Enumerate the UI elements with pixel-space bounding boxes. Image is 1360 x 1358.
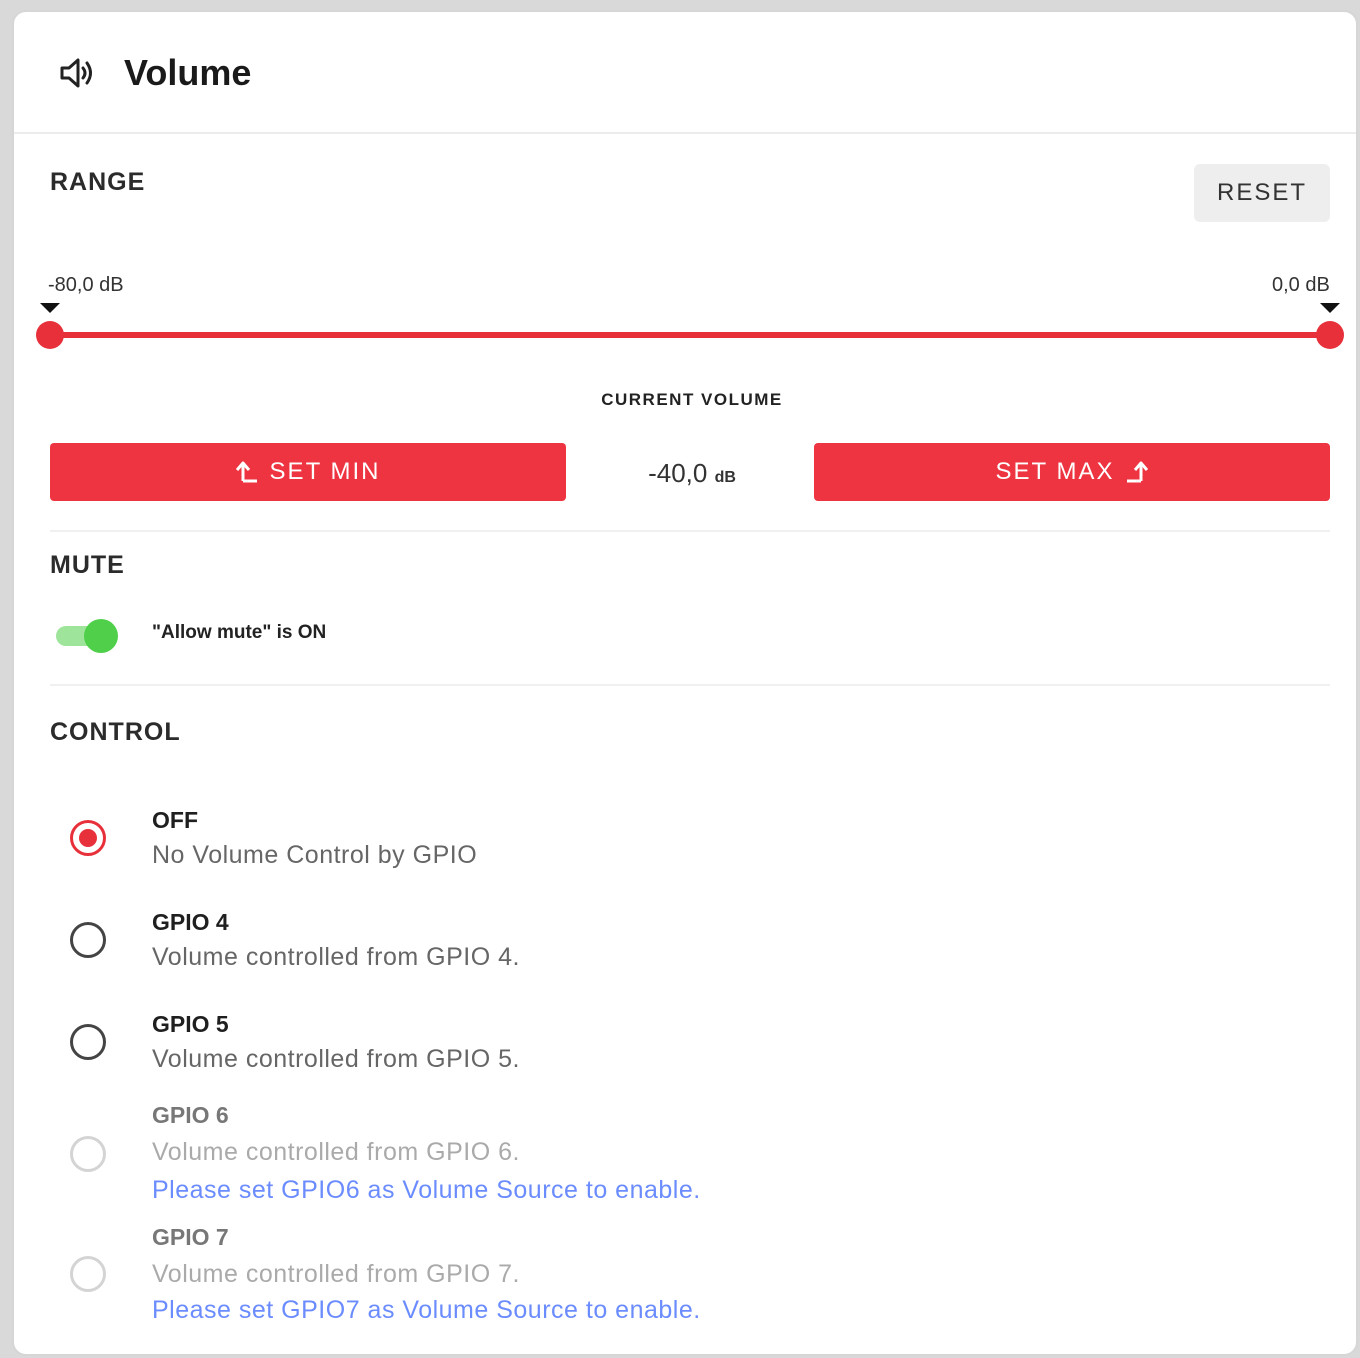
option-gpio-4-title: GPIO 4 bbox=[152, 909, 229, 935]
mute-section-title: MUTE bbox=[50, 551, 125, 579]
option-gpio-6-description: Volume controlled from GPIO 6. bbox=[152, 1138, 520, 1166]
option-gpio-5-title: GPIO 5 bbox=[152, 1011, 229, 1037]
set-min-button[interactable]: SET MIN bbox=[50, 443, 566, 501]
speaker-icon bbox=[60, 58, 92, 88]
set-max-button[interactable]: SET MAX bbox=[814, 443, 1330, 501]
range-max-marker-icon bbox=[1320, 303, 1340, 313]
current-volume-label: CURRENT VOLUME bbox=[601, 390, 783, 409]
radio-gpio-5[interactable] bbox=[70, 1024, 106, 1060]
range-slider-track[interactable] bbox=[50, 332, 1330, 338]
option-gpio-7-title: GPIO 7 bbox=[152, 1224, 229, 1250]
option-off-description: No Volume Control by GPIO bbox=[152, 841, 478, 869]
arrow-turn-up-icon bbox=[235, 461, 257, 483]
range-min-handle[interactable] bbox=[36, 321, 64, 349]
radio-off[interactable] bbox=[70, 820, 106, 856]
range-min-label: -80,0 dB bbox=[48, 274, 124, 296]
set-min-label: SET MIN bbox=[269, 458, 381, 485]
option-gpio-5-description: Volume controlled from GPIO 5. bbox=[152, 1045, 520, 1073]
option-gpio-4-description: Volume controlled from GPIO 4. bbox=[152, 943, 520, 971]
option-off-title: OFF bbox=[152, 807, 198, 833]
current-volume-unit: dB bbox=[714, 469, 736, 486]
allow-mute-label: "Allow mute" is ON bbox=[152, 622, 327, 643]
section-divider bbox=[50, 684, 1330, 686]
reset-button[interactable]: RESET bbox=[1194, 164, 1330, 222]
allow-mute-toggle[interactable] bbox=[54, 617, 120, 653]
range-max-handle[interactable] bbox=[1316, 321, 1344, 349]
card-header: Volume bbox=[14, 12, 1356, 134]
option-gpio-6-hint: Please set GPIO6 as Volume Source to ena… bbox=[152, 1176, 701, 1204]
range-section-title: RANGE bbox=[50, 168, 146, 196]
toggle-knob bbox=[84, 619, 118, 653]
radio-dot bbox=[79, 829, 97, 847]
arrow-turn-up-icon bbox=[1127, 461, 1149, 483]
option-gpio-6-title: GPIO 6 bbox=[152, 1102, 229, 1128]
option-gpio-7-description: Volume controlled from GPIO 7. bbox=[152, 1260, 520, 1288]
control-section-title: CONTROL bbox=[50, 718, 181, 746]
section-divider bbox=[50, 530, 1330, 532]
volume-card: Volume RANGE RESET -80,0 dB 0,0 dB CURRE… bbox=[12, 10, 1358, 1356]
radio-gpio-6 bbox=[70, 1136, 106, 1172]
set-max-label: SET MAX bbox=[995, 458, 1115, 485]
radio-gpio-7 bbox=[70, 1256, 106, 1292]
range-min-marker-icon bbox=[40, 303, 60, 313]
current-volume-number: -40,0 bbox=[648, 458, 708, 488]
option-gpio-7-hint: Please set GPIO7 as Volume Source to ena… bbox=[152, 1296, 701, 1324]
current-volume-value: -40,0 dB bbox=[594, 458, 790, 489]
range-max-label: 0,0 dB bbox=[1272, 274, 1330, 296]
page-title: Volume bbox=[124, 52, 252, 93]
radio-gpio-4[interactable] bbox=[70, 922, 106, 958]
